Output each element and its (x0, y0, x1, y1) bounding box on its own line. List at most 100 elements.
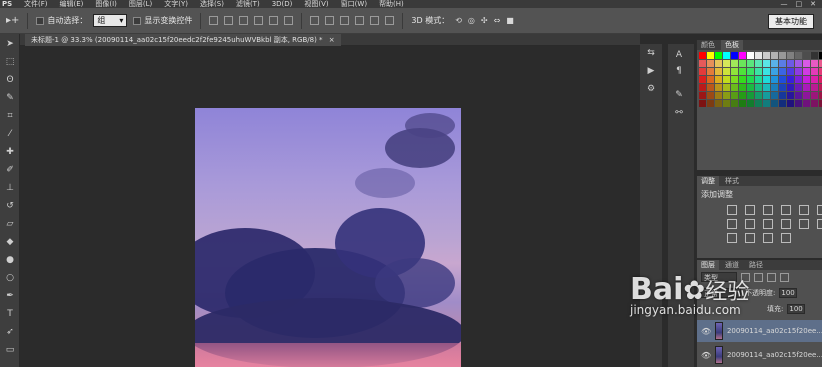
healing-brush-icon[interactable]: ✚ (3, 146, 17, 158)
swatch[interactable] (787, 52, 794, 59)
dodge-tool-icon[interactable]: ○ (3, 272, 17, 284)
swatch[interactable] (803, 100, 810, 107)
shape-tool-icon[interactable]: ▭ (3, 344, 17, 356)
swatch[interactable] (779, 52, 786, 59)
tab-layers[interactable]: 图层 (697, 260, 719, 270)
black-white-icon[interactable] (745, 219, 755, 229)
swatch[interactable] (771, 68, 778, 75)
swatch[interactable] (803, 76, 810, 83)
swatch[interactable] (811, 84, 818, 91)
swatch[interactable] (747, 76, 754, 83)
color-lookup-icon[interactable] (799, 219, 809, 229)
swatch[interactable] (739, 100, 746, 107)
swatch[interactable] (771, 92, 778, 99)
brush-tool-icon[interactable]: ✐ (3, 164, 17, 176)
swatch[interactable] (755, 76, 762, 83)
eye-icon[interactable]: 👁 (701, 351, 711, 360)
eraser-tool-icon[interactable]: ▱ (3, 218, 17, 230)
swatch[interactable] (707, 100, 714, 107)
swatch[interactable] (739, 92, 746, 99)
eye-icon[interactable]: 👁 (701, 327, 711, 336)
distribute-left-icon[interactable] (355, 16, 365, 25)
swatch[interactable] (739, 84, 746, 91)
swatch[interactable] (779, 92, 786, 99)
swatch[interactable] (747, 68, 754, 75)
align-right-icon[interactable] (284, 16, 294, 25)
clone-source-icon[interactable]: ⚯ (672, 108, 686, 120)
swatch[interactable] (739, 52, 746, 59)
swatch[interactable] (723, 84, 730, 91)
distribute-vcenter-icon[interactable] (325, 16, 335, 25)
auto-select-option[interactable]: 自动选择： (36, 15, 87, 26)
path-select-icon[interactable]: ➶ (3, 326, 17, 338)
swatch[interactable] (803, 52, 810, 59)
swatch[interactable] (795, 76, 802, 83)
character-icon[interactable]: A (672, 50, 686, 62)
swatch[interactable] (795, 68, 802, 75)
tab-styles[interactable]: 样式 (721, 176, 743, 186)
eyedropper-tool-icon[interactable]: ⁄ (3, 128, 17, 140)
swatch[interactable] (731, 76, 738, 83)
opacity-input[interactable]: 100 (779, 288, 798, 298)
document-tab[interactable]: 未标题-1 @ 33.3% (20090114_aa02c15f20eedc2f… (25, 34, 341, 46)
swatch[interactable] (723, 52, 730, 59)
properties-icon[interactable]: ⚙ (644, 84, 658, 96)
hue-saturation-icon[interactable] (817, 205, 822, 215)
swatch[interactable] (699, 52, 706, 59)
swatch[interactable] (707, 52, 714, 59)
swatch[interactable] (747, 92, 754, 99)
distribute-bottom-icon[interactable] (340, 16, 350, 25)
swatch[interactable] (803, 68, 810, 75)
color-balance-icon[interactable] (727, 219, 737, 229)
marquee-tool-icon[interactable]: ⬚ (3, 56, 17, 68)
stamp-tool-icon[interactable]: ⊥ (3, 182, 17, 194)
swatch[interactable] (731, 68, 738, 75)
swatch[interactable] (787, 76, 794, 83)
swatch[interactable] (795, 60, 802, 67)
tab-color[interactable]: 颜色 (697, 40, 719, 50)
swatch[interactable] (715, 100, 722, 107)
pen-tool-icon[interactable]: ✒ (3, 290, 17, 302)
swatch[interactable] (755, 100, 762, 107)
filter-shape-icon[interactable] (780, 272, 789, 282)
distribute-right-icon[interactable] (385, 16, 395, 25)
swatch[interactable] (787, 84, 794, 91)
levels-icon[interactable] (745, 205, 755, 215)
swatch[interactable] (747, 84, 754, 91)
swatch[interactable] (755, 92, 762, 99)
swatch[interactable] (787, 68, 794, 75)
filter-type-icon[interactable] (767, 272, 776, 282)
swatch[interactable] (723, 68, 730, 75)
type-tool-icon[interactable]: T (3, 308, 17, 320)
swatch[interactable] (699, 68, 706, 75)
workspace-button[interactable]: 基本功能 (768, 14, 814, 29)
swatch[interactable] (755, 60, 762, 67)
swatch[interactable] (707, 84, 714, 91)
align-left-icon[interactable] (254, 16, 264, 25)
swatch[interactable] (723, 60, 730, 67)
swatch[interactable] (771, 76, 778, 83)
swatch[interactable] (779, 68, 786, 75)
swatch[interactable] (715, 92, 722, 99)
swatch[interactable] (723, 100, 730, 107)
swatch[interactable] (747, 52, 754, 59)
swatch[interactable] (707, 92, 714, 99)
swatch[interactable] (723, 92, 730, 99)
vibrance-icon[interactable] (799, 205, 809, 215)
swatch[interactable] (699, 76, 706, 83)
swatch[interactable] (763, 92, 770, 99)
threshold-icon[interactable] (745, 233, 755, 243)
swatch[interactable] (811, 76, 818, 83)
swatch[interactable] (795, 84, 802, 91)
auto-select-dropdown[interactable]: 组 ▾ (93, 14, 128, 27)
swatch[interactable] (739, 68, 746, 75)
swatch[interactable] (779, 100, 786, 107)
3d-drag-icon[interactable]: ✣ (481, 16, 488, 25)
channel-mixer-icon[interactable] (781, 219, 791, 229)
selective-color-icon[interactable] (781, 233, 791, 243)
layer-row[interactable]: 👁 20090114_aa02c15f20ee... (697, 344, 822, 366)
swatch[interactable] (787, 92, 794, 99)
swatch[interactable] (715, 52, 722, 59)
swatch[interactable] (699, 84, 706, 91)
swatch[interactable] (771, 52, 778, 59)
